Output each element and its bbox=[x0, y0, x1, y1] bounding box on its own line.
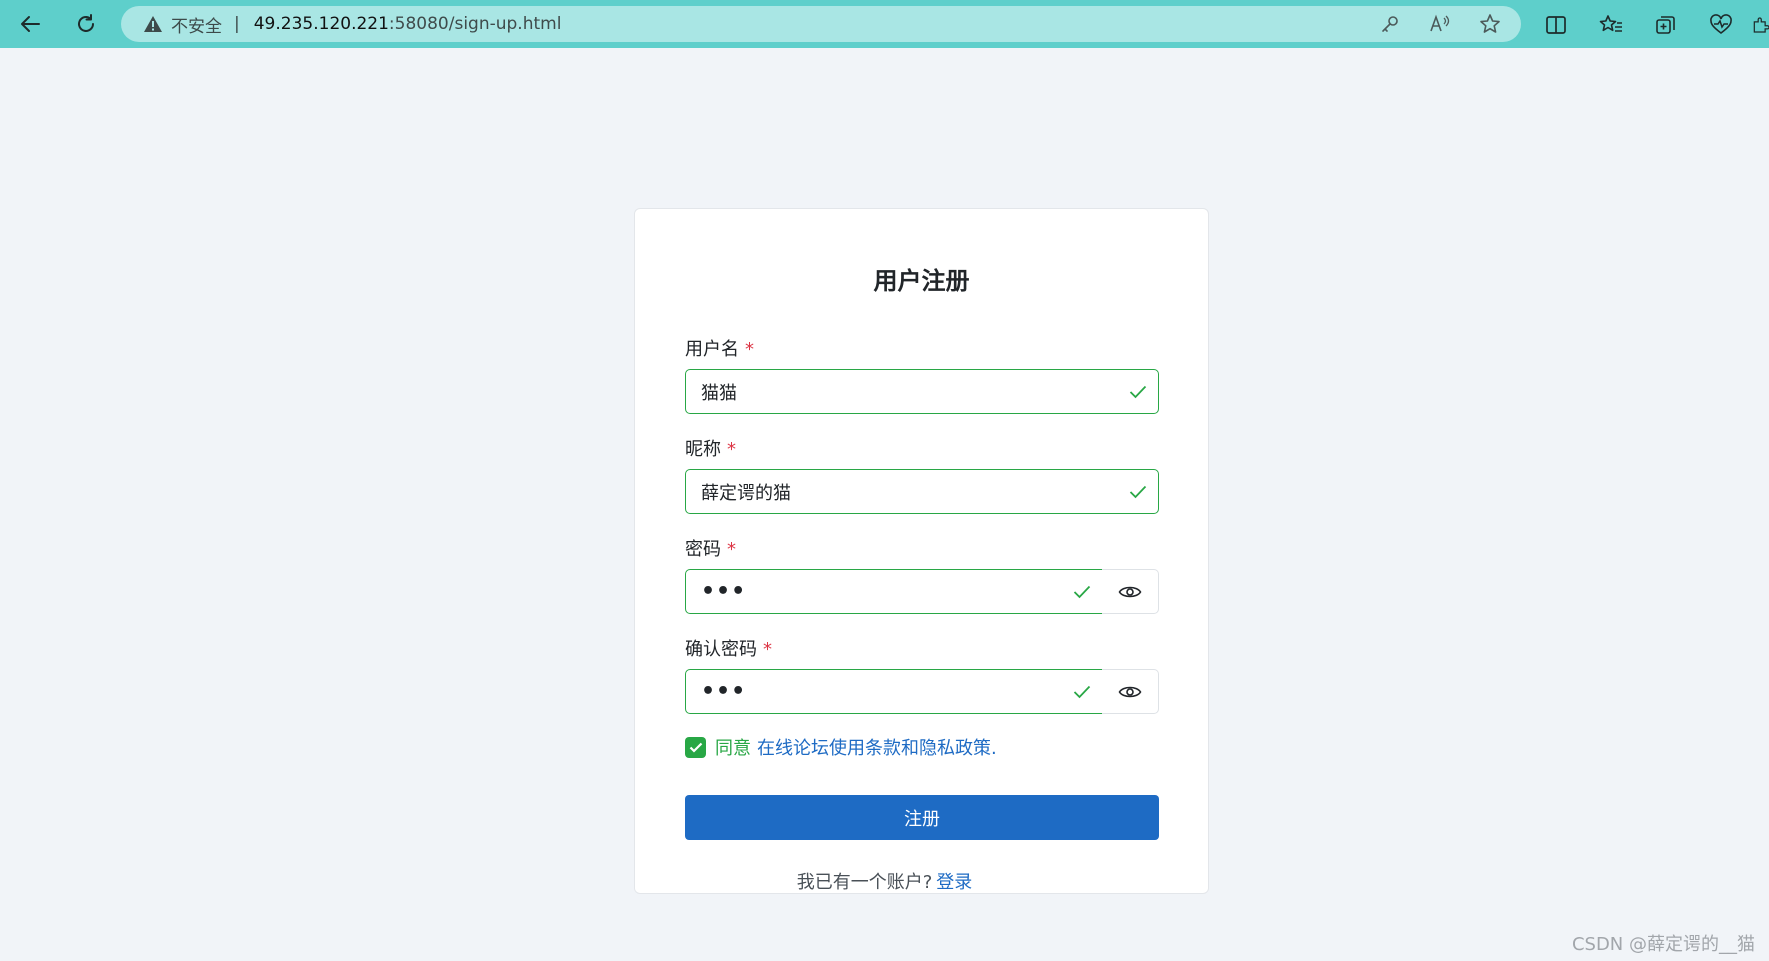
login-prompt: 我已有一个账户? 登录 bbox=[0, 868, 1769, 894]
url-host: 49.235.120.221 bbox=[253, 14, 389, 34]
terms-link[interactable]: 在线论坛使用条款和隐私政策. bbox=[757, 734, 997, 760]
key-icon[interactable] bbox=[1377, 11, 1403, 37]
username-label: 用户名 * bbox=[685, 339, 754, 360]
eye-icon bbox=[1118, 686, 1142, 697]
username-field[interactable]: 猫猫 bbox=[685, 369, 1159, 414]
agree-checkbox[interactable] bbox=[685, 736, 706, 758]
health-icon[interactable] bbox=[1707, 11, 1735, 39]
password-value: ••• bbox=[701, 578, 747, 604]
page-title: 用户注册 bbox=[873, 267, 970, 295]
address-bar[interactable]: 不安全 | 49.235.120.221 :58080/sign-up.html bbox=[121, 6, 1521, 42]
confirm-password-field[interactable]: ••• bbox=[685, 669, 1103, 714]
browser-toolbar: 不安全 | 49.235.120.221 :58080/sign-up.html bbox=[0, 0, 1769, 48]
login-prompt-text: 我已有一个账户? bbox=[796, 872, 933, 893]
nickname-value: 薛定谔的猫 bbox=[701, 482, 791, 504]
warning-icon bbox=[143, 15, 163, 33]
url-path: :58080/sign-up.html bbox=[388, 14, 562, 34]
confirm-password-value: ••• bbox=[701, 678, 747, 704]
back-button[interactable] bbox=[15, 9, 45, 39]
nickname-label: 昵称 * bbox=[685, 439, 736, 460]
register-button[interactable]: 注册 bbox=[685, 795, 1159, 840]
eye-icon bbox=[1118, 586, 1142, 597]
required-mark: * bbox=[727, 539, 736, 560]
collections-icon[interactable] bbox=[1652, 11, 1680, 39]
nickname-field[interactable]: 薛定谔的猫 bbox=[685, 469, 1159, 514]
split-screen-icon[interactable] bbox=[1542, 11, 1570, 39]
extension-icon[interactable] bbox=[1752, 11, 1769, 39]
signup-card: 用户注册 用户名 * 猫猫 昵称 * 薛定谔的猫 密码 * ••• 确认密码 *… bbox=[634, 208, 1209, 894]
url-separator: | bbox=[234, 14, 240, 34]
check-icon bbox=[689, 742, 702, 753]
read-aloud-icon[interactable] bbox=[1427, 11, 1453, 37]
page-viewport: 用户注册 用户名 * 猫猫 昵称 * 薛定谔的猫 密码 * ••• 确认密码 *… bbox=[0, 48, 1769, 961]
confirm-password-label: 确认密码 * bbox=[685, 639, 772, 660]
agree-label[interactable]: 同意 bbox=[715, 734, 751, 760]
required-mark: * bbox=[745, 339, 754, 360]
toggle-confirm-password-visibility-button[interactable] bbox=[1102, 669, 1159, 714]
required-mark: * bbox=[763, 639, 772, 660]
password-label: 密码 * bbox=[685, 539, 736, 560]
check-icon bbox=[1128, 382, 1148, 402]
toggle-password-visibility-button[interactable] bbox=[1102, 569, 1159, 614]
back-arrow-icon bbox=[21, 16, 40, 32]
password-field[interactable]: ••• bbox=[685, 569, 1103, 614]
refresh-icon bbox=[78, 14, 94, 32]
star-icon[interactable] bbox=[1477, 11, 1503, 37]
required-mark: * bbox=[727, 439, 736, 460]
insecure-label[interactable]: 不安全 bbox=[171, 12, 222, 37]
login-link[interactable]: 登录 bbox=[936, 872, 972, 893]
refresh-button[interactable] bbox=[71, 9, 101, 39]
watermark: CSDN @薛定谔的__猫 bbox=[1571, 934, 1755, 955]
username-value: 猫猫 bbox=[701, 382, 737, 404]
favorites-icon[interactable] bbox=[1597, 11, 1625, 39]
check-icon bbox=[1128, 482, 1148, 502]
agree-terms-row: 同意 在线论坛使用条款和隐私政策. bbox=[685, 735, 997, 759]
check-icon bbox=[1072, 582, 1092, 602]
check-icon bbox=[1072, 682, 1092, 702]
